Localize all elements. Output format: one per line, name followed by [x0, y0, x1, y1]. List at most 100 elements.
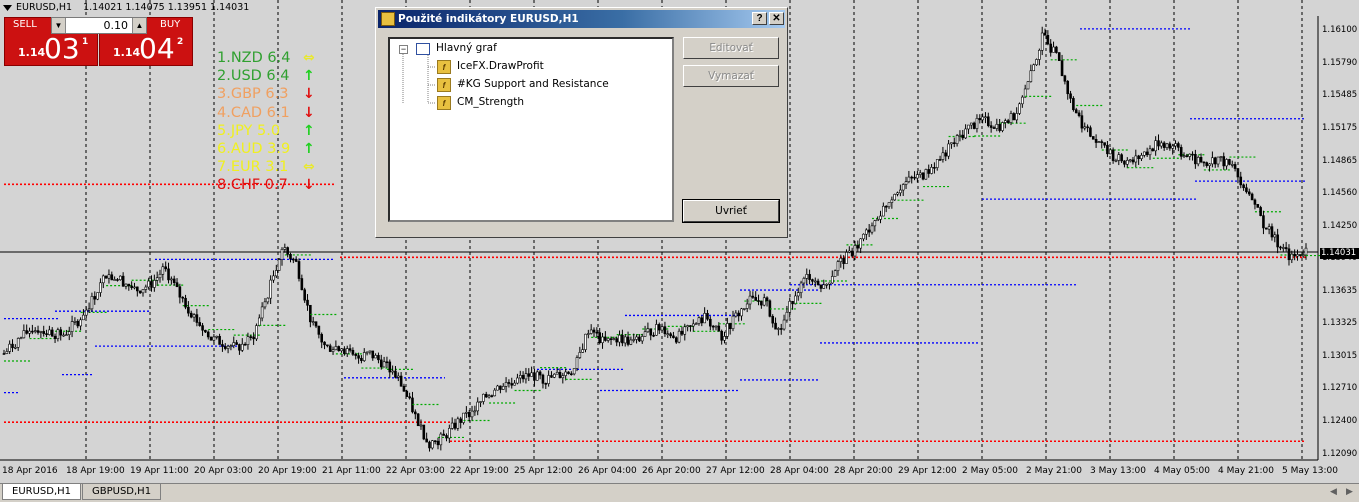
- candle-body: [862, 233, 865, 240]
- candle-body: [465, 412, 468, 414]
- candle-body: [677, 330, 681, 343]
- tree-root-label[interactable]: Hlavný graf: [436, 42, 497, 54]
- candle-body: [1038, 50, 1041, 60]
- candle-body: [711, 325, 715, 328]
- candle-body: [2, 353, 6, 355]
- candle-body: [482, 393, 485, 402]
- candle-body: [1293, 253, 1296, 257]
- candle-body: [334, 346, 338, 351]
- candle-body: [90, 296, 94, 310]
- release-button[interactable]: Uvrieť: [682, 199, 780, 223]
- candle-body: [419, 424, 423, 427]
- candle-body: [1233, 164, 1237, 169]
- candle-body: [626, 336, 630, 345]
- tab-gbpusd[interactable]: GBPUSD,H1: [82, 484, 162, 500]
- candle-body: [357, 355, 360, 359]
- candle-body: [1219, 156, 1223, 158]
- candle-body: [351, 349, 355, 355]
- candle-body: [1299, 254, 1302, 256]
- tree-item-icefx[interactable]: IceFX.DrawProfit: [457, 60, 544, 72]
- chart-area[interactable]: EURUSD,H1 1.14021 1.14075 1.13951 1.1403…: [0, 0, 1359, 483]
- candle-body: [649, 328, 653, 336]
- candle-body: [45, 333, 48, 335]
- candle-body: [1103, 142, 1106, 146]
- tab-eurusd[interactable]: EURUSD,H1: [2, 484, 82, 500]
- tree-item-cm-strength[interactable]: CM_Strength: [457, 96, 524, 108]
- candle-body: [1015, 113, 1018, 121]
- sell-price-big: 03: [44, 32, 80, 65]
- delete-button[interactable]: Vymazať: [683, 65, 779, 87]
- candle-body: [913, 176, 916, 179]
- sell-label: SELL: [13, 19, 37, 30]
- candle-body: [1106, 144, 1109, 155]
- candle-body: [1009, 113, 1013, 123]
- candle-body: [354, 354, 358, 356]
- lot-size-input[interactable]: ▼ 0.10 ▲: [51, 17, 147, 34]
- candle-body: [1089, 127, 1092, 137]
- candle-body: [238, 344, 241, 351]
- lot-increase-icon[interactable]: ▲: [132, 18, 146, 33]
- candle-body: [1202, 161, 1206, 164]
- candle-body: [493, 389, 497, 397]
- candle-body: [246, 336, 250, 345]
- candle-body: [1253, 199, 1257, 205]
- scroll-right-icon[interactable]: ▶: [1346, 486, 1353, 497]
- candle-body: [462, 412, 465, 423]
- trend-arrow-icon: ⇔: [303, 50, 315, 66]
- strength-label: 7.EUR 3.1: [217, 159, 289, 176]
- candle-body: [643, 331, 647, 337]
- candle-body: [884, 205, 888, 208]
- candle-body: [581, 349, 584, 353]
- candle-body: [799, 282, 803, 293]
- collapse-icon[interactable]: −: [399, 45, 408, 54]
- help-button[interactable]: ?: [752, 12, 767, 25]
- candle-body: [1077, 112, 1081, 116]
- price-tick-label: 1.12710: [1322, 383, 1358, 394]
- candle-body: [743, 308, 746, 310]
- tree-item-kg-sr[interactable]: #KG Support and Resistance: [457, 78, 609, 90]
- candle-body: [50, 329, 54, 337]
- candle-body: [680, 330, 684, 335]
- candle-body: [589, 329, 593, 334]
- candle-body: [223, 346, 227, 349]
- candle-body: [161, 266, 165, 275]
- candle-body: [206, 331, 210, 338]
- indicator-tree[interactable]: − Hlavný graf f IceFX.DrawProfit f #KG S…: [388, 37, 674, 222]
- candle-body: [309, 304, 312, 323]
- candle-body: [689, 325, 692, 327]
- lot-decrease-icon[interactable]: ▼: [52, 18, 66, 33]
- candle-body: [1208, 163, 1211, 166]
- edit-button[interactable]: Editovať: [683, 37, 779, 59]
- trend-arrow-icon: ↓: [303, 86, 315, 103]
- close-button[interactable]: ✕: [769, 12, 784, 25]
- candle-body: [1157, 140, 1160, 147]
- candle-body: [839, 257, 843, 262]
- candle-body: [402, 385, 406, 392]
- candle-body: [1267, 226, 1271, 230]
- candle-body: [691, 323, 695, 327]
- candle-body: [496, 385, 499, 391]
- scroll-left-icon[interactable]: ◀: [1330, 486, 1337, 497]
- candle-body: [694, 323, 698, 325]
- candle-body: [553, 373, 556, 378]
- candle-body: [101, 275, 105, 284]
- price-tick-label: 1.13635: [1322, 285, 1358, 296]
- candle-body: [1276, 234, 1279, 248]
- candle-body: [1143, 151, 1146, 156]
- candle-body: [5, 351, 9, 354]
- candle-body: [1282, 247, 1285, 249]
- candle-body: [1120, 154, 1123, 162]
- candle-body: [1151, 148, 1155, 152]
- candle-body: [138, 290, 142, 294]
- candle-body: [535, 371, 539, 381]
- candle-body: [791, 300, 794, 305]
- candle-body: [487, 395, 491, 398]
- candle-body: [972, 122, 976, 129]
- time-tick-label: 2 May 21:00: [1026, 466, 1082, 476]
- candle-body: [153, 280, 156, 288]
- candle-body: [215, 335, 219, 338]
- dialog-titlebar[interactable]: Použité indikátory EURUSD,H1 ? ✕: [378, 10, 785, 28]
- price-tick-label: 1.16100: [1322, 25, 1358, 35]
- candle-body: [292, 258, 295, 261]
- candle-body: [283, 247, 287, 250]
